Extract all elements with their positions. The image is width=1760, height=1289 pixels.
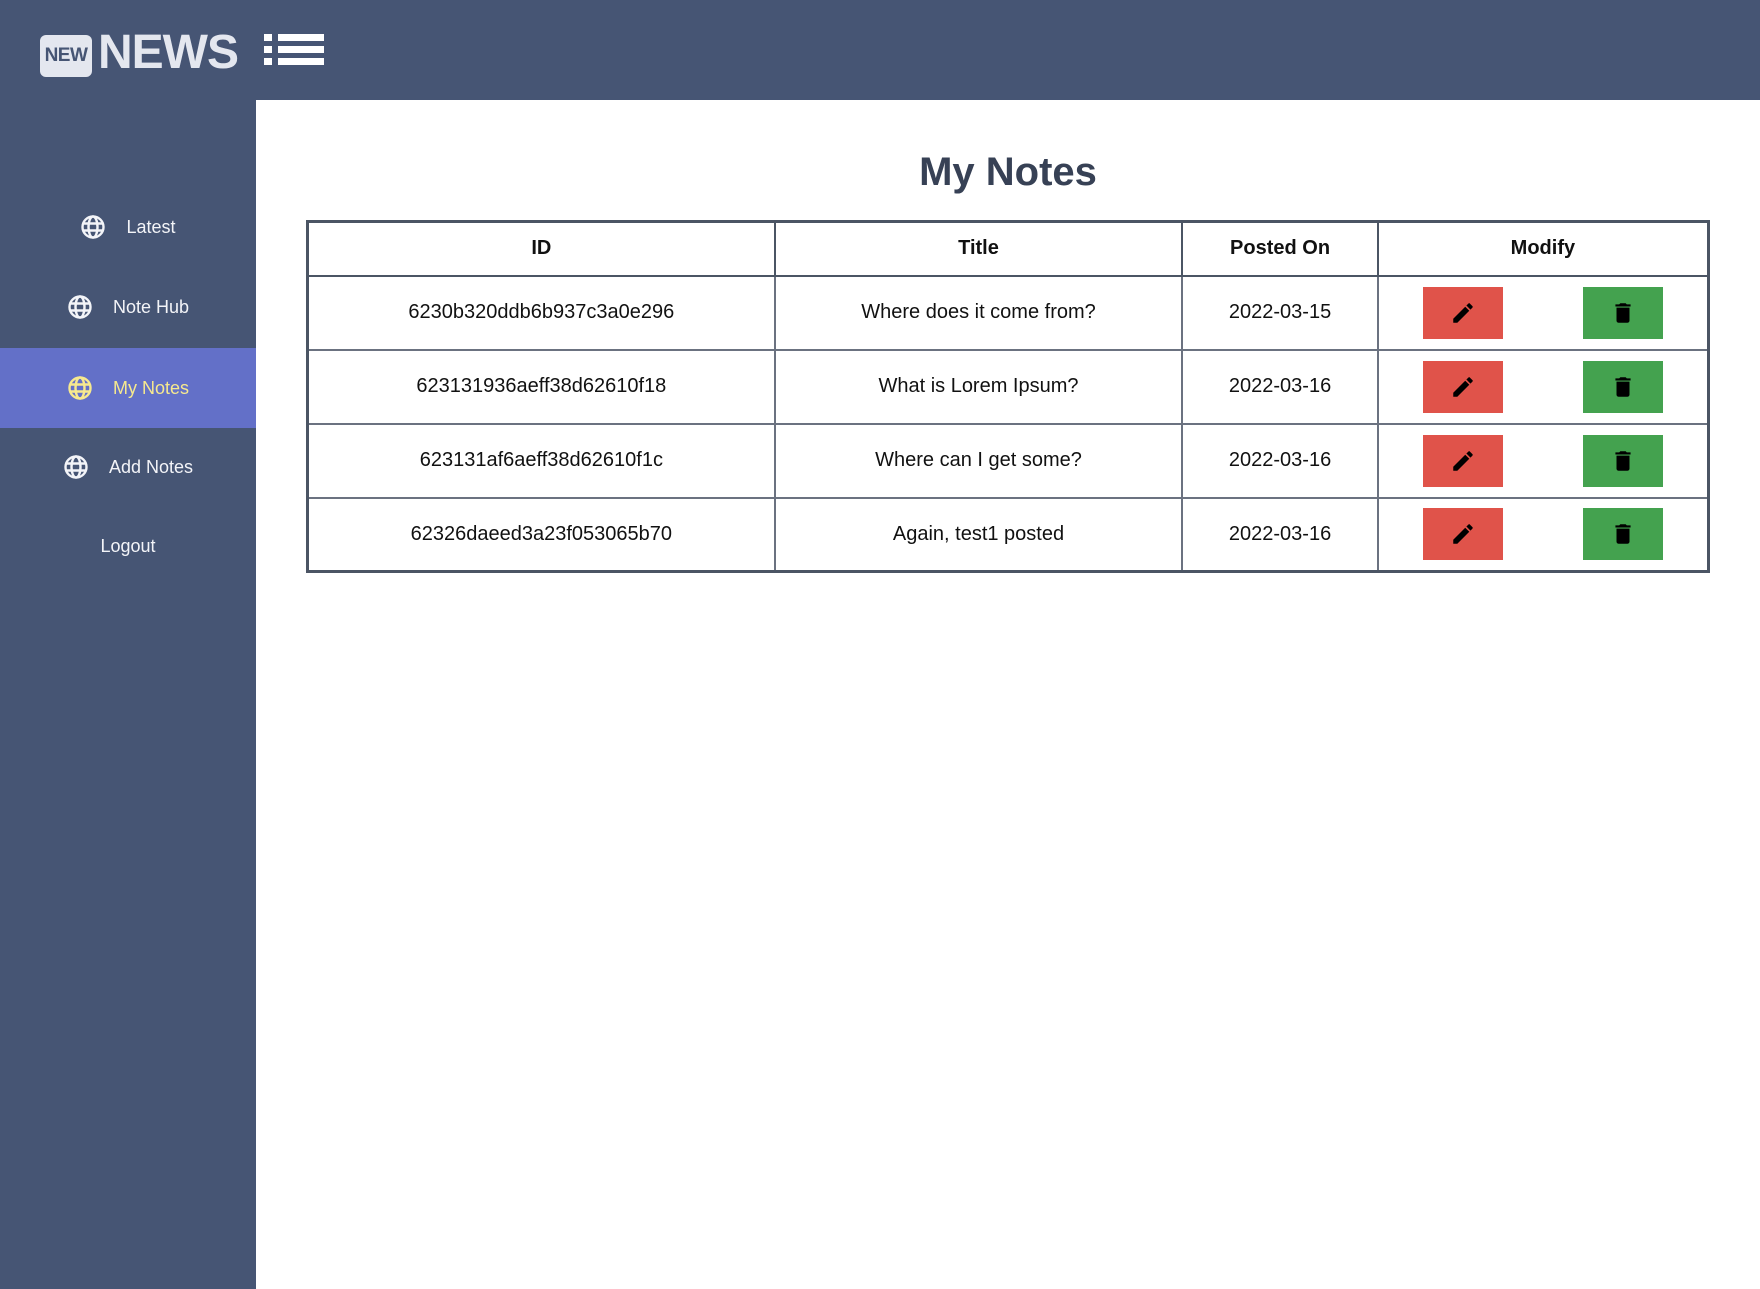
sidebar: Latest Note Hub My Notes Add Notes Logou… (0, 100, 256, 1289)
note-posted-on: 2022-03-15 (1181, 274, 1379, 351)
note-title: Where can I get some? (773, 422, 1184, 499)
logo-text: NEWS (98, 26, 239, 79)
sidebar-item-label: Logout (100, 535, 156, 556)
sidebar-item-label: My Notes (112, 377, 190, 398)
sidebar-item-latest[interactable]: Latest (0, 187, 256, 267)
column-header-id: ID (306, 220, 776, 277)
pencil-icon (1453, 450, 1473, 471)
top-bar: NEW NEWS (0, 0, 1760, 100)
list-menu-icon[interactable] (264, 34, 324, 66)
note-id: 623131936aeff38d62610f18 (306, 348, 776, 425)
edit-button[interactable] (1422, 360, 1503, 413)
trash-icon (1615, 376, 1631, 397)
edit-button[interactable] (1422, 508, 1503, 561)
note-title: Again, test1 posted (773, 496, 1184, 573)
column-header-posted-on: Posted On (1181, 220, 1379, 277)
sidebar-item-my-notes[interactable]: My Notes (0, 348, 256, 428)
logo-badge: NEW (40, 35, 92, 77)
note-modify-cell (1376, 496, 1710, 573)
sidebar-item-label: Note Hub (112, 296, 190, 317)
note-modify-cell (1376, 348, 1710, 425)
note-posted-on: 2022-03-16 (1181, 348, 1379, 425)
note-id: 62326daeed3a23f053065b70 (306, 496, 776, 573)
sidebar-item-label: Latest (126, 216, 176, 237)
note-posted-on: 2022-03-16 (1181, 422, 1379, 499)
edit-button[interactable] (1422, 434, 1503, 487)
table-header-row: ID Title Posted On Modify (306, 220, 1710, 277)
globe-icon (80, 214, 106, 240)
edit-button[interactable] (1422, 286, 1503, 339)
globe-icon (67, 375, 93, 401)
delete-button[interactable] (1583, 508, 1663, 561)
note-modify-cell (1376, 422, 1710, 499)
table-row: 6230b320ddb6b937c3a0e296 Where does it c… (306, 274, 1710, 351)
sidebar-item-note-hub[interactable]: Note Hub (0, 267, 256, 347)
page-title: My Notes (919, 150, 1097, 194)
globe-icon (63, 454, 89, 480)
trash-icon (1615, 524, 1631, 544)
sidebar-item-label: Add Notes (108, 456, 194, 477)
note-id: 6230b320ddb6b937c3a0e296 (306, 274, 776, 351)
trash-icon (1615, 302, 1631, 323)
pencil-icon (1453, 376, 1473, 397)
column-header-title: Title (773, 220, 1184, 277)
main-content: My Notes ID Title Posted On Modify 6230b… (256, 100, 1760, 1289)
note-modify-cell (1376, 274, 1710, 351)
note-id: 623131af6aeff38d62610f1c (306, 422, 776, 499)
table-row: 623131936aeff38d62610f18 What is Lorem I… (306, 348, 1710, 425)
logo[interactable]: NEW NEWS (40, 26, 239, 79)
delete-button[interactable] (1583, 286, 1663, 339)
table-row: 623131af6aeff38d62610f1c Where can I get… (306, 422, 1710, 499)
delete-button[interactable] (1583, 360, 1663, 413)
delete-button[interactable] (1583, 434, 1663, 487)
pencil-icon (1453, 302, 1473, 323)
sidebar-item-add-notes[interactable]: Add Notes (0, 427, 256, 507)
pencil-icon (1453, 524, 1473, 544)
table-row: 62326daeed3a23f053065b70 Again, test1 po… (306, 496, 1710, 573)
trash-icon (1615, 450, 1631, 471)
note-title: What is Lorem Ipsum? (773, 348, 1184, 425)
sidebar-item-logout[interactable]: Logout (0, 506, 256, 586)
notes-table: ID Title Posted On Modify 6230b320ddb6b9… (306, 220, 1710, 573)
globe-icon (67, 294, 93, 320)
note-title: Where does it come from? (773, 274, 1184, 351)
note-posted-on: 2022-03-16 (1181, 496, 1379, 573)
column-header-modify: Modify (1376, 220, 1710, 277)
